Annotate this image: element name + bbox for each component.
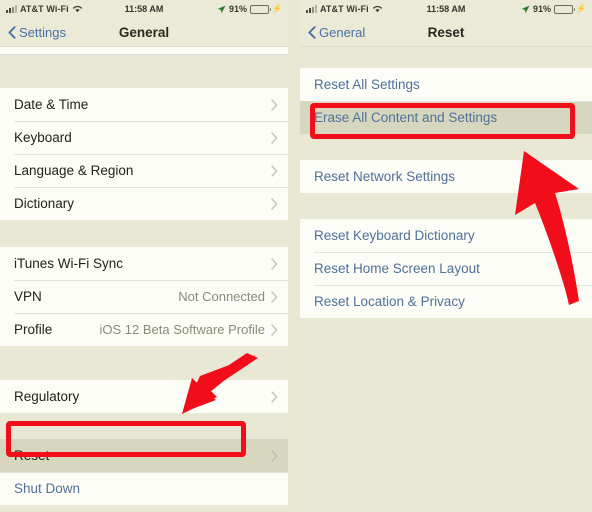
list-item-label: Reset (14, 448, 50, 463)
settings-list-left: Date & Time Keyboard Language & Region Dict… (0, 47, 288, 512)
cellular-bars-icon (6, 5, 17, 13)
back-button-label: Settings (19, 24, 66, 40)
nav-bar-right: General Reset (300, 18, 592, 47)
list-group: Reset Network Settings (300, 160, 592, 193)
back-button-general[interactable]: General (300, 25, 365, 40)
chevron-right-icon (271, 131, 278, 144)
list-item-label: Reset Keyboard Dictionary (314, 228, 475, 243)
chevron-right-icon (271, 390, 278, 403)
group-spacer (300, 134, 592, 160)
list-item-label: Shut Down (14, 481, 81, 496)
list-item-label: Reset Network Settings (314, 169, 456, 184)
list-item-label: Reset All Settings (314, 77, 420, 92)
group-spacer (0, 55, 288, 88)
list-group: Reset All Settings Erase All Content and … (300, 68, 592, 134)
group-spacer (300, 47, 592, 68)
list-item-label: Regulatory (14, 389, 80, 404)
list-group: Date & Time Keyboard Language & Region Dict… (0, 88, 288, 220)
carrier-label: AT&T Wi-Fi (20, 4, 69, 14)
list-item[interactable]: Erase All Content and Settings (300, 101, 592, 134)
list-item[interactable]: Regulatory (0, 380, 288, 413)
back-button-settings[interactable]: Settings (0, 25, 66, 40)
list-item[interactable]: iTunes Wi-Fi Sync (0, 247, 288, 280)
list-item[interactable]: Dictionary (0, 187, 288, 220)
wifi-icon (72, 5, 83, 13)
reset-list-right: Reset All Settings Erase All Content and … (300, 47, 592, 512)
list-group: Regulatory (0, 380, 288, 413)
status-bar-right: AT&T Wi-Fi 11:58 AM 91% ⚡ (300, 0, 592, 18)
status-bar-left: AT&T Wi-Fi 11:58 AM 91% ⚡ (0, 0, 288, 18)
chevron-right-icon (271, 449, 278, 462)
list-item[interactable]: Reset Location & Privacy (300, 285, 592, 318)
list-item[interactable]: Keyboard (0, 121, 288, 154)
list-item[interactable]: Profile iOS 12 Beta Software Profile (0, 313, 288, 346)
status-bar-left-group-2: AT&T Wi-Fi (306, 4, 383, 14)
list-item[interactable]: VPN Not Connected (0, 280, 288, 313)
list-item-label: Erase All Content and Settings (314, 110, 498, 125)
cellular-bars-icon (306, 5, 317, 13)
battery-icon (554, 4, 576, 14)
partial-row-top (0, 47, 288, 55)
list-item-label: Keyboard (14, 130, 72, 145)
chevron-left-icon (8, 25, 16, 39)
list-item-label: VPN (14, 289, 42, 304)
chevron-right-icon (271, 257, 278, 270)
list-item-label: Profile (14, 322, 53, 337)
list-bottom-filler (300, 318, 592, 512)
chevron-right-icon (271, 197, 278, 210)
list-group: iTunes Wi-Fi Sync VPN Not Connected Profile… (0, 247, 288, 346)
list-item[interactable]: Reset (0, 439, 288, 472)
chevron-right-icon (271, 98, 278, 111)
list-item[interactable]: Reset Home Screen Layout (300, 252, 592, 285)
status-bar-right-group: 91% ⚡ (217, 4, 282, 14)
charging-bolt-icon: ⚡ (576, 4, 586, 13)
battery-icon (250, 4, 272, 14)
list-item-label: Reset Location & Privacy (314, 294, 465, 309)
panel-divider (288, 0, 300, 512)
nav-bar-left: Settings General (0, 18, 288, 47)
left-phone-panel: AT&T Wi-Fi 11:58 AM 91% ⚡ Settings Gener… (0, 0, 288, 512)
list-group: Reset Keyboard Dictionary Reset Home Scre… (300, 219, 592, 318)
group-spacer (0, 220, 288, 247)
partial-row-ghost-text (14, 47, 17, 53)
chevron-right-icon (271, 290, 278, 303)
back-button-label: General (319, 24, 366, 40)
group-spacer (0, 413, 288, 439)
location-arrow-icon (217, 5, 226, 14)
carrier-label: AT&T Wi-Fi (320, 4, 369, 14)
wifi-icon (372, 5, 383, 13)
list-item-label: Language & Region (14, 163, 134, 178)
list-item-label: iTunes Wi-Fi Sync (14, 256, 124, 271)
battery-percent-label: 91% (533, 4, 552, 14)
list-item-label: Dictionary (14, 196, 75, 211)
chevron-right-icon (271, 323, 278, 336)
group-spacer (300, 193, 592, 219)
list-item-label: Reset Home Screen Layout (314, 261, 480, 276)
list-item-value: Not Connected (178, 289, 265, 304)
list-group: Reset Shut Down (0, 439, 288, 505)
list-item[interactable]: Shut Down (0, 472, 288, 505)
status-bar-right-group-2: 91% ⚡ (521, 4, 586, 14)
list-item[interactable]: Date & Time (0, 88, 288, 121)
group-spacer (0, 346, 288, 380)
list-item[interactable]: Reset Network Settings (300, 160, 592, 193)
chevron-left-icon (308, 25, 316, 39)
list-item[interactable]: Reset All Settings (300, 68, 592, 101)
status-bar-left-group: AT&T Wi-Fi (6, 4, 83, 14)
screenshot-root: AT&T Wi-Fi 11:58 AM 91% ⚡ Settings Gener… (0, 0, 592, 512)
location-arrow-icon (521, 5, 530, 14)
list-item-value: iOS 12 Beta Software Profile (99, 322, 265, 337)
right-phone-panel: AT&T Wi-Fi 11:58 AM 91% ⚡ General Reset (300, 0, 592, 512)
battery-percent-label: 91% (229, 4, 248, 14)
chevron-right-icon (271, 164, 278, 177)
charging-bolt-icon: ⚡ (272, 4, 282, 13)
list-item[interactable]: Language & Region (0, 154, 288, 187)
list-bottom-filler (0, 505, 288, 512)
list-item-label: Date & Time (14, 97, 89, 112)
list-item[interactable]: Reset Keyboard Dictionary (300, 219, 592, 252)
